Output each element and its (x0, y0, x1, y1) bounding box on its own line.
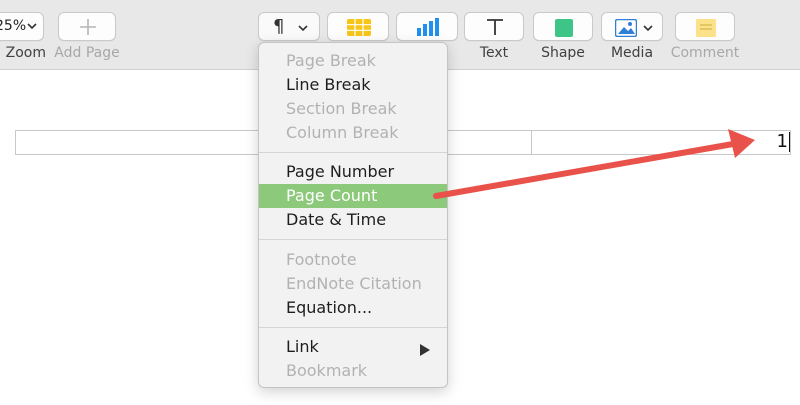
menu-separator (259, 239, 447, 240)
text-label: Text (479, 45, 509, 61)
menu-item-date-time[interactable]: Date & Time (259, 208, 447, 232)
chevron-down-icon (297, 20, 309, 39)
menu-item-section-break: Section Break (286, 99, 397, 118)
chevron-down-icon (26, 19, 38, 36)
comment-label: Comment (670, 45, 740, 61)
text-cursor (789, 132, 790, 152)
menu-item-equation[interactable]: Equation... (259, 296, 447, 320)
menu-item-bookmark: Bookmark (286, 361, 368, 380)
add-page-button[interactable] (58, 12, 116, 41)
plus-icon (78, 17, 98, 41)
menu-item-endnote-citation: EndNote Citation (286, 274, 422, 293)
shape-icon (555, 19, 573, 41)
add-page-label: Add Page (54, 45, 120, 61)
comment-button[interactable] (675, 12, 735, 41)
insert-popup-button[interactable]: ¶ (258, 12, 320, 41)
media-popup-button[interactable] (601, 12, 663, 41)
table-button[interactable] (327, 12, 389, 41)
zoom-popup-button[interactable]: 25% (0, 12, 44, 41)
text-box-icon (485, 17, 505, 41)
menu-item-page-number[interactable]: Page Number (259, 160, 447, 184)
photo-icon (614, 18, 638, 41)
page-count-value: 1 (776, 131, 788, 152)
menu-separator (259, 327, 447, 328)
submenu-arrow-icon (419, 341, 431, 360)
menu-item-footnote: Footnote (286, 250, 357, 269)
shape-label: Shape (541, 45, 585, 61)
menu-item-page-count[interactable]: Page Count (259, 184, 447, 208)
text-button[interactable] (464, 12, 524, 41)
comment-icon (696, 19, 716, 41)
table-icon (347, 19, 371, 40)
pilcrow-icon: ¶ (273, 16, 285, 37)
zoom-label: Zoom (5, 45, 46, 61)
chart-button[interactable] (396, 12, 458, 41)
menu-item-link-label: Link (286, 337, 319, 356)
menu-item-column-break: Column Break (286, 123, 399, 142)
insert-menu: Page Break Line Break Section Break Colu… (258, 42, 448, 388)
menu-separator (259, 152, 447, 153)
menu-item-link[interactable]: Link (259, 335, 447, 359)
media-label: Media (610, 45, 654, 61)
menu-item-line-break[interactable]: Line Break (259, 73, 447, 97)
menu-item-page-break: Page Break (286, 51, 376, 70)
chart-icon (417, 18, 439, 40)
header-field-divider (531, 130, 532, 155)
zoom-value: 25% (0, 18, 27, 34)
shape-button[interactable] (533, 12, 593, 41)
chevron-down-icon (642, 20, 654, 39)
